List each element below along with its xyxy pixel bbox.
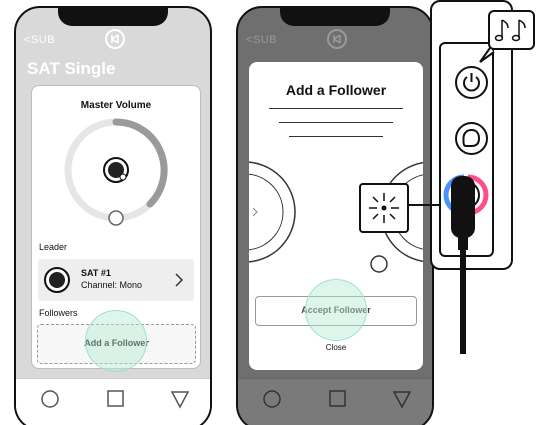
power-button[interactable] [455,66,488,99]
tap-indicator [305,279,367,341]
blinking-light-callout [359,183,409,233]
followers-label: Followers [39,308,78,318]
nav-square-icon[interactable] [107,390,124,407]
music-note-icon [494,19,526,42]
brand-logo-icon [327,29,347,49]
nav-circle-icon[interactable] [263,390,281,408]
chevron-left-icon: < [24,34,31,46]
chevron-left-icon: < [246,34,253,46]
brand-logo-icon [105,29,125,49]
master-volume-dial[interactable] [60,114,172,226]
bottom-nav [238,378,432,425]
power-icon [463,73,480,92]
text-placeholder-line [289,136,383,137]
leader-name: SAT #1 [81,268,111,278]
back-button[interactable]: <SUB [24,34,55,46]
link-icon [462,128,481,147]
text-placeholder-line [279,122,393,123]
bubble-tail [479,47,495,63]
leader-channel: Channel: Mono [81,280,143,290]
back-label: SUB [252,34,278,46]
nav-triangle-icon[interactable] [170,391,190,409]
phone-notch [58,8,168,26]
volume-knob[interactable] [108,210,124,226]
tap-indicator [85,310,147,372]
link-button[interactable] [455,122,488,155]
leader-label: Leader [39,242,68,252]
blinking-light-icon [369,193,399,223]
bottom-nav [16,378,210,425]
speaker-icon [103,157,129,183]
music-note-bubble [488,10,535,50]
nav-square-icon[interactable] [329,390,346,407]
text-placeholder-line [269,108,403,109]
nav-circle-icon[interactable] [41,390,59,408]
nav-triangle-icon[interactable] [392,391,412,409]
leader-row[interactable]: SAT #1 Channel: Mono [38,259,194,301]
master-volume-title: Master Volume [80,100,152,111]
close-link[interactable]: Close [249,343,423,352]
cable-plug-icon [451,176,475,354]
speaker-icon [44,267,70,293]
phone-notch [280,8,390,26]
page-title: SAT Single [27,59,116,78]
back-button[interactable]: <SUB [246,34,277,46]
dialog-title: Add a Follower [285,82,387,98]
callout-pointer [407,204,441,206]
back-label: SUB [30,34,56,46]
chevron-right-icon [175,273,184,287]
phone-leader-screen: <SUB SAT Single Master Volume Leader SAT… [14,6,212,425]
